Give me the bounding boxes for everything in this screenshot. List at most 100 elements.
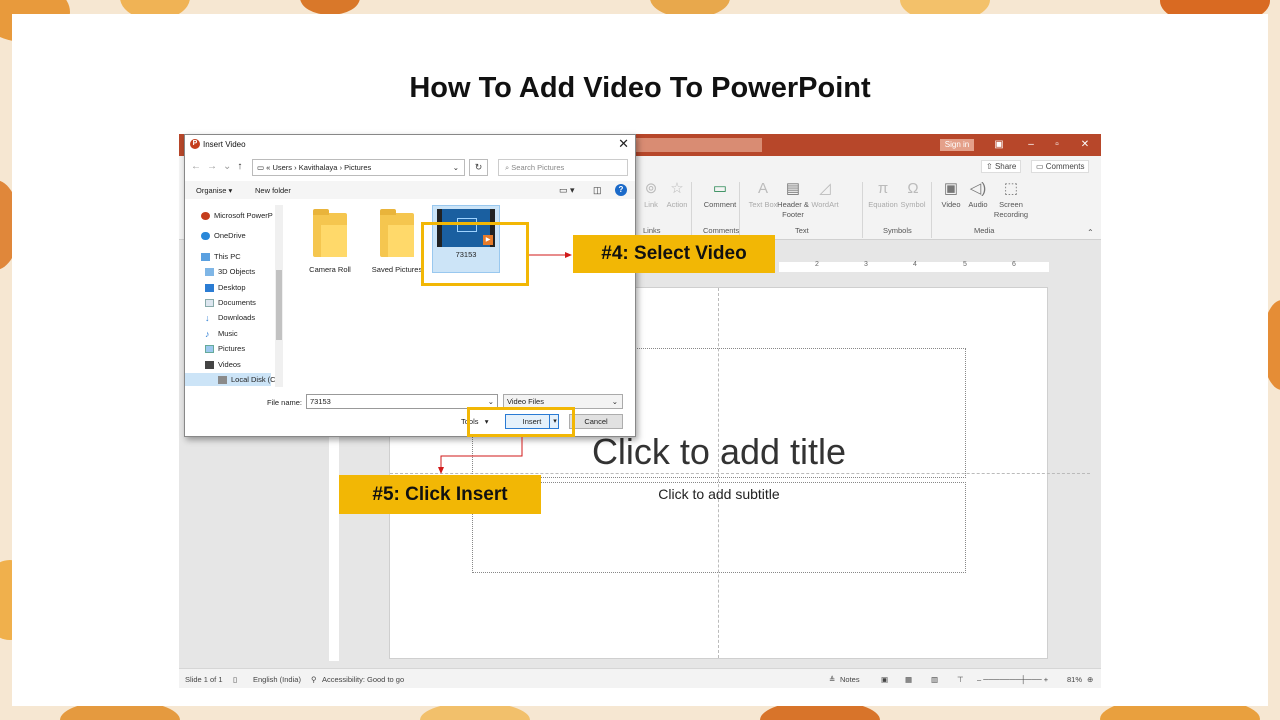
file-item-saved-pictures[interactable]: Saved Pictures [366, 207, 428, 274]
zoom-slider[interactable]: – ───────┼─── + [977, 675, 1048, 684]
restore-icon[interactable]: ▫ [1047, 137, 1067, 153]
new-folder-button[interactable]: New folder [255, 186, 291, 195]
videos-icon [205, 361, 214, 370]
recent-chevron-icon[interactable]: ⌄ [223, 161, 237, 172]
share-button[interactable]: ⇧ Share [981, 160, 1022, 173]
pictures-icon [205, 345, 214, 354]
nav-arrows: ←→⌄↑ [191, 161, 248, 172]
spellcheck-icon[interactable]: ▯ [233, 675, 237, 684]
powerpoint-icon [201, 212, 210, 221]
nav-item-desktop[interactable]: Desktop [205, 283, 246, 293]
nav-item-microsoft-powerpoint[interactable]: Microsoft PowerP [201, 211, 273, 221]
ribbon-display-icon[interactable]: ▣ [989, 137, 1009, 153]
search-input[interactable]: ⌕ Search Pictures [498, 159, 628, 176]
3d-objects-icon [205, 268, 214, 277]
search-icon: ⌕ [505, 163, 510, 172]
breadcrumb-users[interactable]: Users [272, 163, 292, 172]
slideshow-icon[interactable]: ⊤ [957, 675, 964, 684]
action-button[interactable]: ☆ Action [659, 180, 695, 210]
header-footer-icon: ▤ [785, 180, 801, 197]
header-footer-button[interactable]: ▤ Header & Footer [775, 180, 811, 220]
minimize-icon[interactable]: – [1021, 137, 1041, 153]
group-separator [691, 182, 692, 238]
search-placeholder: Search Pictures [511, 163, 565, 172]
nav-item-pictures[interactable]: Pictures [205, 344, 245, 354]
audio-button[interactable]: ◁) Audio [960, 180, 996, 210]
breadcrumb-pictures[interactable]: Pictures [344, 163, 371, 172]
documents-icon [205, 299, 214, 308]
dialog-close-icon[interactable]: ✕ [618, 136, 629, 152]
cancel-button[interactable]: Cancel [569, 414, 623, 429]
symbol-button[interactable]: Ω Symbol [895, 180, 931, 210]
nav-scrollbar-thumb[interactable] [276, 270, 282, 340]
close-icon[interactable]: ✕ [1075, 137, 1095, 153]
comments-button[interactable]: ▭ Comments [1031, 160, 1090, 173]
breadcrumb-user[interactable]: Kavithalaya [299, 163, 338, 172]
equation-label: Equation [868, 200, 898, 209]
help-icon[interactable]: ? [615, 184, 627, 196]
view-options-icon[interactable]: ▭ ▾ [559, 185, 575, 196]
wordart-icon: ◿ [819, 180, 831, 197]
forward-icon[interactable]: → [207, 161, 223, 172]
preview-pane-icon[interactable]: ◫ [593, 185, 602, 196]
address-bar[interactable]: ▭ « Users › Kavithalaya › Pictures ⌄ [252, 159, 465, 176]
nav-item-onedrive[interactable]: OneDrive [201, 231, 246, 241]
zoom-level[interactable]: 81% [1067, 675, 1082, 684]
action-label: Action [666, 200, 688, 209]
up-icon[interactable]: ↑ [237, 161, 248, 172]
notes-button[interactable]: Notes [840, 675, 860, 684]
chevron-down-icon[interactable]: ⌄ [453, 160, 459, 175]
audio-label: Audio [968, 200, 988, 209]
nav-item-music[interactable]: ♪ Music [205, 329, 238, 340]
nav-item-label: Microsoft PowerP [214, 211, 273, 220]
nav-item-documents[interactable]: Documents [205, 298, 256, 308]
folder-icon [313, 209, 347, 257]
nav-item-videos[interactable]: Videos [205, 360, 241, 370]
subtitle-placeholder-text: Click to add subtitle [658, 486, 780, 502]
video-label: Video [941, 200, 961, 209]
title-placeholder-text: Click to add title [591, 431, 847, 472]
group-separator [931, 182, 932, 238]
equation-icon: π [877, 180, 889, 197]
fit-slide-icon[interactable]: ⊕ [1087, 675, 1093, 684]
organise-button[interactable]: Organise ▾ [196, 186, 232, 195]
link-label: Link [644, 200, 658, 209]
normal-view-icon[interactable]: ▣ [881, 675, 888, 684]
subtitle-placeholder[interactable]: Click to add subtitle [472, 482, 966, 573]
header-footer-label: Header & Footer [777, 200, 809, 219]
comment-icon: ▭ [712, 180, 728, 197]
language-status[interactable]: English (India) [253, 675, 301, 684]
insert-video-dialog: P Insert Video ✕ ←→⌄↑ ▭ « Users › Kavith… [184, 134, 636, 437]
wordart-button[interactable]: ◿ WordArt [807, 180, 843, 210]
nav-item-downloads[interactable]: ↓ Downloads [205, 313, 256, 323]
music-icon: ♪ [205, 329, 210, 340]
ppt-search-box[interactable] [634, 138, 762, 152]
back-icon[interactable]: ← [191, 161, 207, 172]
text-box-icon: A [757, 180, 768, 197]
group-label-links: Links [643, 226, 661, 235]
nav-item-label: Downloads [218, 313, 256, 322]
collapse-ribbon-icon[interactable]: ⌃ [1087, 228, 1094, 237]
signin-button[interactable]: Sign in [940, 139, 974, 151]
comment-button[interactable]: ▭ Comment [702, 180, 738, 210]
ruler-tick-label: 6 [1012, 261, 1016, 268]
ruler-tick-label: 5 [963, 261, 967, 268]
nav-item-3d-objects[interactable]: 3D Objects [205, 267, 255, 277]
nav-item-label: Music [218, 329, 238, 338]
file-item-camera-roll[interactable]: Camera Roll [299, 207, 361, 274]
nav-item-label: Videos [218, 360, 241, 369]
status-bar: Slide 1 of 1 ▯ English (India) ⚲ Accessi… [179, 668, 1101, 688]
group-label-comments: Comments [703, 226, 740, 235]
screen-recording-button[interactable]: ⬚ Screen Recording [993, 180, 1029, 220]
callout-click-insert: #5: Click Insert [339, 475, 541, 514]
file-name-value: 73153 [310, 397, 331, 406]
insert-highlight-box [467, 407, 575, 437]
comment-label: Comment [703, 200, 737, 209]
slide-sorter-icon[interactable]: ▦ [905, 675, 912, 684]
nav-item-local-disk[interactable]: Local Disk (C:) [185, 373, 280, 387]
accessibility-status[interactable]: Accessibility: Good to go [322, 675, 404, 684]
nav-item-this-pc[interactable]: This PC [201, 252, 241, 262]
dialog-title: Insert Video [203, 140, 246, 149]
reading-view-icon[interactable]: ▥ [931, 675, 938, 684]
refresh-icon[interactable]: ↻ [469, 159, 488, 176]
